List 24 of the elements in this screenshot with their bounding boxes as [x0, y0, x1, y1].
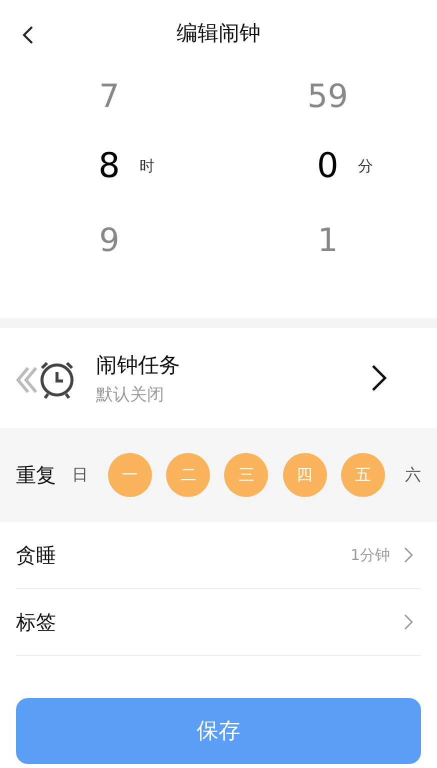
unit-label: 分: [358, 156, 373, 176]
chevron-right-icon[interactable]: [371, 364, 387, 392]
weekday-toggle[interactable]: 五: [340, 453, 385, 497]
weekday-toggle[interactable]: 三: [224, 453, 268, 497]
task-title: 闹钟任务: [96, 352, 181, 378]
page-title: 编辑闹钟: [176, 20, 260, 47]
setting-label: 贪睡: [16, 542, 57, 568]
setting-value: 1分钟: [350, 546, 390, 564]
weekday-toggle[interactable]: 日: [66, 453, 94, 497]
weekday-toggle[interactable]: 六: [398, 453, 427, 497]
weekday-toggle[interactable]: 二: [166, 453, 210, 497]
picker-option[interactable]: 1: [318, 221, 338, 259]
save-button[interactable]: 保存: [16, 698, 421, 764]
picker-option[interactable]: 9: [99, 221, 120, 259]
picker-option[interactable]: 59: [307, 77, 348, 115]
picker-option[interactable]: 7: [99, 77, 120, 115]
picker-value[interactable]: 8: [98, 146, 120, 186]
task-status: 默认关闭: [96, 384, 165, 406]
repeat-label: 重复: [16, 462, 56, 488]
weekday-toggle[interactable]: 一: [108, 453, 152, 497]
unit-label: 时: [139, 156, 154, 176]
picker-value[interactable]: 0: [316, 146, 339, 186]
weekday-toggle[interactable]: 四: [282, 453, 327, 497]
setting-label: 标签: [16, 608, 57, 636]
